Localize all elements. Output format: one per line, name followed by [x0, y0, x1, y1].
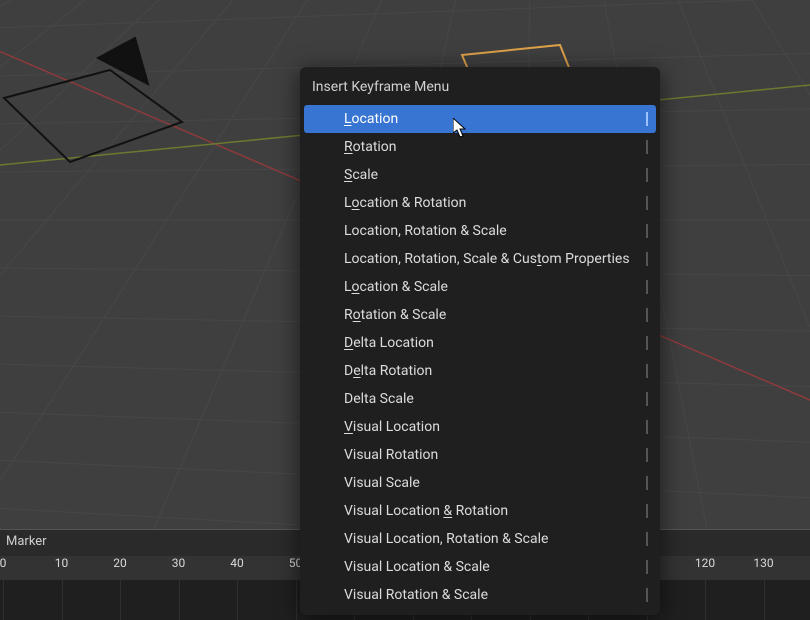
menu-item-label: Location, Rotation, Scale & Custom Prope… [344, 251, 630, 267]
menu-item-label: Location & Rotation [344, 195, 466, 211]
menu-item-delta-rotation[interactable]: Delta Rotation [304, 357, 656, 385]
timeline-tick: 130 [753, 556, 773, 570]
menu-item-label: Visual Scale [344, 475, 420, 491]
menu-item-label: Delta Rotation [344, 363, 432, 379]
insert-keyframe-menu[interactable]: Insert Keyframe Menu Location Rotation Sca… [300, 67, 660, 615]
menu-item-indicator [646, 336, 648, 350]
menu-item-indicator [646, 308, 648, 322]
menu-item-indicator [646, 560, 648, 574]
menu-item-indicator [646, 532, 648, 546]
menu-item-indicator [646, 196, 648, 210]
menu-item-indicator [646, 224, 648, 238]
menu-item-label: Location & Scale [344, 279, 448, 295]
menu-item-visual-rotation-scale[interactable]: Visual Rotation & Scale [304, 581, 656, 609]
timeline-tick: 0 [0, 556, 6, 570]
menu-item-label: Visual Rotation & Scale [344, 587, 488, 603]
menu-item-label: Visual Location & Scale [344, 559, 490, 575]
menu-item-indicator [646, 364, 648, 378]
menu-item-location-rotation[interactable]: Location & Rotation [304, 189, 656, 217]
menu-item-location[interactable]: Location [304, 105, 656, 133]
menu-items: Location Rotation Scale Location & Rotation… [300, 105, 660, 609]
menu-item-label: Rotation [344, 139, 397, 155]
menu-item-label: Delta Location [344, 335, 434, 351]
timeline-tick: 30 [172, 556, 186, 570]
menu-item-visual-location-rotation[interactable]: Visual Location & Rotation [304, 497, 656, 525]
menu-item-delta-location[interactable]: Delta Location [304, 329, 656, 357]
timeline-tick: 20 [113, 556, 127, 570]
menu-item-indicator [646, 252, 648, 266]
menu-item-visual-scale[interactable]: Visual Scale [304, 469, 656, 497]
menu-item-indicator [646, 588, 648, 602]
timeline-tick: 120 [695, 556, 715, 570]
menu-item-indicator [646, 392, 648, 406]
menu-item-delta-scale[interactable]: Delta Scale [304, 385, 656, 413]
timeline-tick: 10 [55, 556, 69, 570]
menu-item-visual-location-rotation-scale[interactable]: Visual Location, Rotation & Scale [304, 525, 656, 553]
menu-item-label: Visual Location, Rotation & Scale [344, 531, 548, 547]
menu-item-visual-rotation[interactable]: Visual Rotation [304, 441, 656, 469]
menu-item-label: Location [344, 111, 398, 127]
menu-item-indicator [646, 112, 648, 126]
menu-item-location-rotation-scale[interactable]: Location, Rotation & Scale [304, 217, 656, 245]
menu-item-indicator [646, 280, 648, 294]
menu-title: Insert Keyframe Menu [300, 71, 660, 105]
menu-item-label: Rotation & Scale [344, 307, 446, 323]
timeline-marker-label: Marker [6, 534, 47, 549]
menu-item-indicator [646, 504, 648, 518]
menu-item-indicator [646, 448, 648, 462]
menu-item-rotation[interactable]: Rotation [304, 133, 656, 161]
menu-item-indicator [646, 420, 648, 434]
menu-item-label: Visual Rotation [344, 447, 438, 463]
menu-item-indicator [646, 140, 648, 154]
menu-item-location-rotation-scale-custom-properties[interactable]: Location, Rotation, Scale & Custom Prope… [304, 245, 656, 273]
menu-item-indicator [646, 168, 648, 182]
menu-item-visual-location[interactable]: Visual Location [304, 413, 656, 441]
menu-item-rotation-scale[interactable]: Rotation & Scale [304, 301, 656, 329]
menu-item-scale[interactable]: Scale [304, 161, 656, 189]
menu-item-visual-location-scale[interactable]: Visual Location & Scale [304, 553, 656, 581]
menu-item-indicator [646, 476, 648, 490]
menu-item-label: Visual Location & Rotation [344, 503, 508, 519]
menu-item-label: Delta Scale [344, 391, 414, 407]
timeline-tick: 40 [230, 556, 244, 570]
menu-item-label: Scale [344, 167, 378, 183]
menu-item-label: Location, Rotation & Scale [344, 223, 507, 239]
menu-item-label: Visual Location [344, 419, 440, 435]
menu-item-location-scale[interactable]: Location & Scale [304, 273, 656, 301]
